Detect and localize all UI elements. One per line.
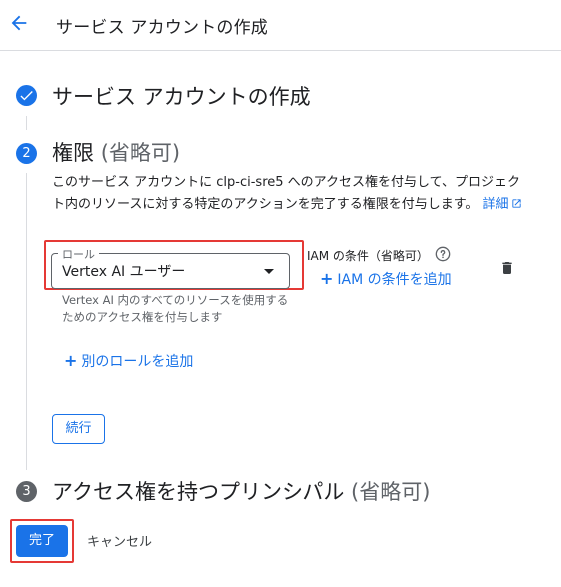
step2-title[interactable]: 権限 (省略可) xyxy=(52,137,180,167)
add-another-role-button[interactable]: + 別のロールを追加 xyxy=(64,351,193,371)
iam-condition-label: IAM の条件（省略可） xyxy=(307,249,429,263)
details-link[interactable]: 詳細 xyxy=(483,197,522,212)
plus-icon: + xyxy=(320,269,334,288)
step3-optional-label: (省略可) xyxy=(351,480,431,504)
add-another-role-label: 別のロールを追加 xyxy=(81,354,194,370)
step2-badge: 2 xyxy=(16,143,37,164)
step1-complete-badge xyxy=(16,85,37,106)
step3-title-text: アクセス権を持つプリンシパル xyxy=(52,480,345,504)
step2-title-text: 権限 xyxy=(52,141,94,165)
delete-role-button[interactable] xyxy=(499,259,515,277)
permissions-description-text: このサービス アカウントに clp-ci-sre5 へのアクセス権を付与して、プ… xyxy=(52,175,520,212)
top-bar: サービス アカウントの作成 xyxy=(0,0,561,51)
step3-title[interactable]: アクセス権を持つプリンシパル (省略可) xyxy=(52,476,430,506)
details-link-label: 詳細 xyxy=(482,197,509,212)
role-help-text: Vertex AI 内のすべてのリソースを使用するためのアクセス権を付与します xyxy=(62,293,289,324)
arrow-back-icon xyxy=(11,15,27,31)
page-title: サービス アカウントの作成 xyxy=(56,18,269,38)
trash-icon xyxy=(502,262,512,274)
add-iam-condition-label: IAM の条件を追加 xyxy=(337,272,452,288)
dropdown-arrow-icon[interactable] xyxy=(264,269,274,274)
check-icon xyxy=(20,91,33,101)
step3-badge: 3 xyxy=(16,481,37,502)
permissions-description: このサービス アカウントに clp-ci-sre5 へのアクセス権を付与して、プ… xyxy=(52,172,532,216)
role-field-label: ロール xyxy=(58,246,99,262)
done-button[interactable]: 完了 xyxy=(16,525,68,557)
cancel-button[interactable]: キャンセル xyxy=(87,531,152,550)
step1-title[interactable]: サービス アカウントの作成 xyxy=(52,81,311,111)
add-iam-condition-button[interactable]: + IAM の条件を追加 xyxy=(320,269,452,289)
step-connector xyxy=(26,173,27,470)
role-selected-value[interactable]: Vertex AI ユーザー xyxy=(62,261,185,281)
external-link-icon xyxy=(511,199,521,208)
step2-optional-label: (省略可) xyxy=(100,141,181,165)
plus-icon: + xyxy=(64,351,78,370)
help-icon[interactable] xyxy=(435,246,451,262)
continue-button[interactable]: 続行 xyxy=(52,414,105,444)
back-button[interactable] xyxy=(8,12,30,34)
step-connector xyxy=(26,116,27,130)
